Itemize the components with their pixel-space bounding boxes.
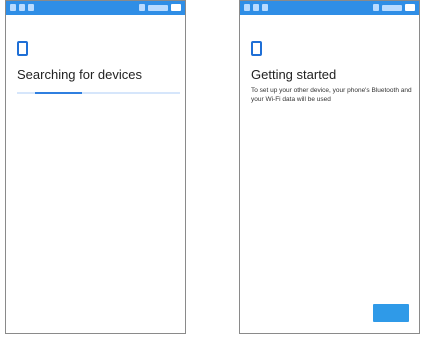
notification-icon	[253, 4, 259, 11]
battery-icon	[171, 4, 181, 11]
signal-icon	[373, 4, 379, 11]
searching-screen: Searching for devices	[5, 0, 186, 334]
getting-started-screen: Getting started To set up your other dev…	[239, 0, 420, 334]
status-bar	[240, 1, 419, 15]
notification-icon	[19, 4, 25, 11]
notification-icon	[244, 4, 250, 11]
signal-icon	[139, 4, 145, 11]
next-button[interactable]	[373, 304, 409, 322]
wifi-icon	[148, 4, 168, 11]
notification-icon	[28, 4, 34, 11]
phone-icon	[17, 41, 28, 56]
phone-icon	[251, 41, 262, 56]
notification-icon	[10, 4, 16, 11]
page-title: Searching for devices	[17, 67, 143, 82]
progress-bar	[17, 92, 180, 94]
description-text: To set up your other device, your phone'…	[251, 87, 412, 103]
progress-fill	[35, 92, 82, 94]
notification-icon	[262, 4, 268, 11]
wifi-icon	[382, 4, 402, 11]
battery-icon	[405, 4, 415, 11]
page-title: Getting started	[251, 67, 337, 82]
status-bar	[6, 1, 185, 15]
